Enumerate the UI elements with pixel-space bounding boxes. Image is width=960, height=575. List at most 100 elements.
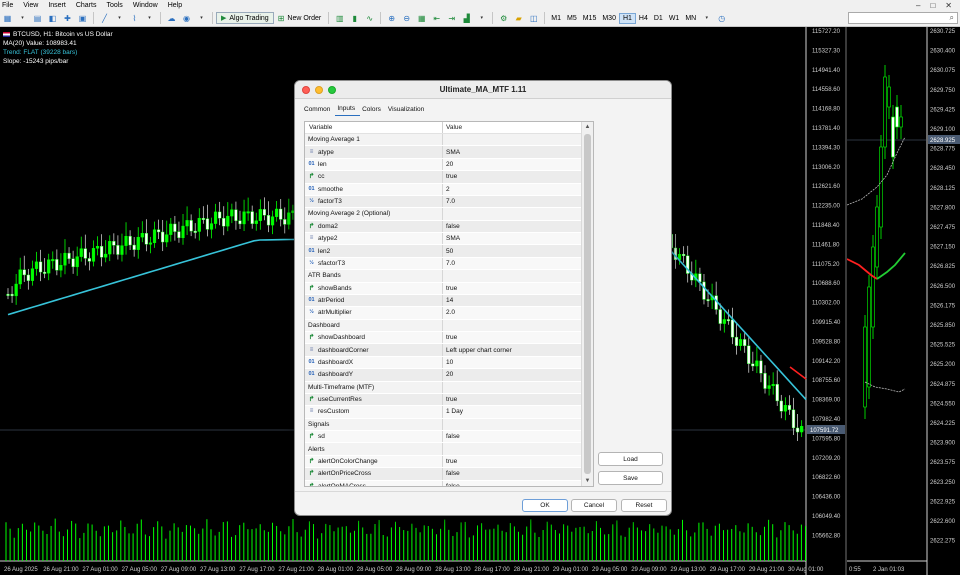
ok-button[interactable]: OK bbox=[522, 499, 568, 512]
parameter-row[interactable]: ½ sfactorT3 7.0 bbox=[305, 257, 581, 271]
save-button[interactable]: Save bbox=[598, 471, 663, 485]
scroll-thumb[interactable] bbox=[584, 134, 591, 474]
parameter-row[interactable]: ↱ useCurrentRes true bbox=[305, 393, 581, 407]
data-window-icon[interactable]: ▣ bbox=[77, 13, 88, 24]
parameter-value[interactable]: true bbox=[443, 171, 581, 182]
zoom-dialog-button[interactable] bbox=[328, 86, 336, 94]
column-value[interactable]: Value bbox=[443, 122, 581, 133]
zoom-in-icon[interactable]: ⊕ bbox=[386, 13, 397, 24]
parameter-row[interactable]: ↱ sd false bbox=[305, 431, 581, 444]
scroll-icon[interactable]: ⇤ bbox=[431, 13, 442, 24]
parameter-value[interactable]: false bbox=[443, 431, 581, 442]
parameter-row[interactable]: ≡ atype2 SMA bbox=[305, 233, 581, 246]
parameter-value[interactable]: SMA bbox=[443, 146, 581, 157]
timeframe-h4[interactable]: H4 bbox=[636, 14, 651, 23]
parameter-row[interactable]: ↱ alertOnPriceCross false bbox=[305, 468, 581, 481]
dropdown-icon[interactable]: ▾ bbox=[476, 13, 487, 24]
line-studies-icon[interactable]: ╱ bbox=[99, 13, 110, 24]
scroll-up-icon[interactable]: ▲ bbox=[582, 122, 593, 132]
profiles-icon[interactable]: ▤ bbox=[32, 13, 43, 24]
indicator-list-icon[interactable]: ▟ bbox=[461, 13, 472, 24]
navigator-icon[interactable]: ✚ bbox=[62, 13, 73, 24]
column-variable[interactable]: Variable bbox=[305, 122, 443, 133]
parameter-row[interactable]: ↱ showDashboard true bbox=[305, 332, 581, 345]
close-button[interactable]: ✕ bbox=[945, 1, 952, 10]
minimize-button[interactable]: – bbox=[916, 1, 920, 10]
parameter-row[interactable]: ≡ resCustom 1 Day bbox=[305, 406, 581, 419]
parameter-row[interactable]: ↱ alertOnMACross false bbox=[305, 480, 581, 486]
cloud-icon[interactable]: ☁ bbox=[166, 13, 177, 24]
menu-help[interactable]: Help bbox=[165, 2, 189, 9]
search-input[interactable]: ⌕ bbox=[848, 12, 958, 24]
zoom-out-icon[interactable]: ⊖ bbox=[401, 13, 412, 24]
parameter-value[interactable]: 20 bbox=[443, 369, 581, 380]
menu-file[interactable]: File bbox=[0, 2, 20, 9]
dialog-titlebar[interactable]: Ultimate_MA_MTF 1.11 bbox=[295, 81, 671, 99]
parameter-value[interactable]: 20 bbox=[443, 159, 581, 170]
menu-insert[interactable]: Insert bbox=[45, 2, 73, 9]
parameter-row[interactable]: 01 len2 50 bbox=[305, 245, 581, 258]
parameter-row[interactable]: 01 dashboardX 10 bbox=[305, 356, 581, 370]
parameter-row[interactable]: ↱ showBands true bbox=[305, 282, 581, 295]
menu-view[interactable]: View bbox=[20, 2, 45, 9]
parameter-row[interactable]: 01 dashboardY 20 bbox=[305, 369, 581, 382]
parameter-value[interactable]: 10 bbox=[443, 357, 581, 368]
reset-button[interactable]: Reset bbox=[621, 499, 667, 512]
load-button[interactable]: Load bbox=[598, 452, 663, 466]
timeframe-m15[interactable]: M15 bbox=[580, 14, 600, 23]
templates-icon[interactable]: ▰ bbox=[513, 13, 524, 24]
timeframe-m5[interactable]: M5 bbox=[564, 14, 580, 23]
candlestick-icon[interactable]: ▮ bbox=[349, 13, 360, 24]
timeframe-m30[interactable]: M30 bbox=[599, 14, 619, 23]
algo-trading-button[interactable]: ▶ Algo Trading bbox=[216, 12, 274, 24]
settings-icon[interactable]: ⚙ bbox=[498, 13, 509, 24]
line-chart-icon[interactable]: ∿ bbox=[364, 13, 375, 24]
parameter-row[interactable]: 01 smoothe 2 bbox=[305, 183, 581, 196]
timeframe-d1[interactable]: D1 bbox=[651, 14, 666, 23]
parameter-row[interactable]: ½ atrMultiplier 2.0 bbox=[305, 307, 581, 320]
new-chart-icon[interactable]: ▦ bbox=[2, 13, 13, 24]
parameter-value[interactable]: 2 bbox=[443, 184, 581, 195]
maximize-button[interactable]: □ bbox=[930, 1, 935, 10]
parameter-row[interactable]: ↱ cc true bbox=[305, 171, 581, 184]
cancel-button[interactable]: Cancel bbox=[571, 499, 617, 512]
parameter-value[interactable]: true bbox=[443, 456, 581, 467]
timeframe-h1[interactable]: H1 bbox=[618, 12, 636, 24]
parameter-value[interactable]: Left upper chart corner bbox=[443, 344, 581, 355]
tab-visualization[interactable]: Visualization bbox=[386, 106, 429, 116]
parameter-value[interactable]: true bbox=[443, 283, 581, 294]
tab-inputs[interactable]: Inputs bbox=[335, 105, 361, 116]
parameter-row[interactable]: ↱ doma2 false bbox=[305, 220, 581, 233]
parameter-row[interactable]: 01 atrPeriod 14 bbox=[305, 294, 581, 308]
dropdown-icon[interactable]: ▾ bbox=[701, 13, 712, 24]
parameter-row[interactable]: ≡ atype SMA bbox=[305, 146, 581, 159]
parameter-value[interactable]: 14 bbox=[443, 295, 581, 306]
parameter-row[interactable]: ↱ alertOnColorChange true bbox=[305, 455, 581, 469]
table-scrollbar[interactable]: ▲ ▼ bbox=[581, 122, 593, 486]
parameter-row[interactable]: ≡ dashboardCorner Left upper chart corner bbox=[305, 344, 581, 357]
menu-tools[interactable]: Tools bbox=[103, 2, 129, 9]
parameter-value[interactable]: false bbox=[443, 468, 581, 479]
parameter-value[interactable]: 1 Day bbox=[443, 406, 581, 417]
dropdown-icon[interactable]: ▾ bbox=[196, 13, 207, 24]
scroll-down-icon[interactable]: ▼ bbox=[582, 476, 593, 486]
timeframe-w1[interactable]: W1 bbox=[666, 14, 683, 23]
tab-common[interactable]: Common bbox=[302, 106, 335, 116]
signals-icon[interactable]: ◉ bbox=[181, 13, 192, 24]
minimize-dialog-button[interactable] bbox=[315, 86, 323, 94]
secondary-chart[interactable]: 2630.725 2630.400 2630.075 2629.750 2629.425… bbox=[847, 27, 960, 575]
parameter-value[interactable]: 7.0 bbox=[443, 196, 581, 207]
menu-window[interactable]: Window bbox=[130, 2, 165, 9]
tile-icon[interactable]: ▦ bbox=[416, 13, 427, 24]
parameter-value[interactable]: false bbox=[443, 221, 581, 232]
parameter-value[interactable]: 2.0 bbox=[443, 307, 581, 318]
new-order-button[interactable]: ⊞ New Order bbox=[274, 13, 326, 24]
close-dialog-button[interactable] bbox=[302, 86, 310, 94]
parameter-value[interactable]: false bbox=[443, 481, 581, 486]
dropdown-icon[interactable]: ▾ bbox=[144, 13, 155, 24]
parameter-value[interactable]: SMA bbox=[443, 233, 581, 244]
parameter-row[interactable]: 01 len 20 bbox=[305, 158, 581, 172]
period-separator-icon[interactable]: ◷ bbox=[716, 13, 727, 24]
screenshot-icon[interactable]: ◫ bbox=[528, 13, 539, 24]
indicators-icon[interactable]: ⌇ bbox=[129, 13, 140, 24]
